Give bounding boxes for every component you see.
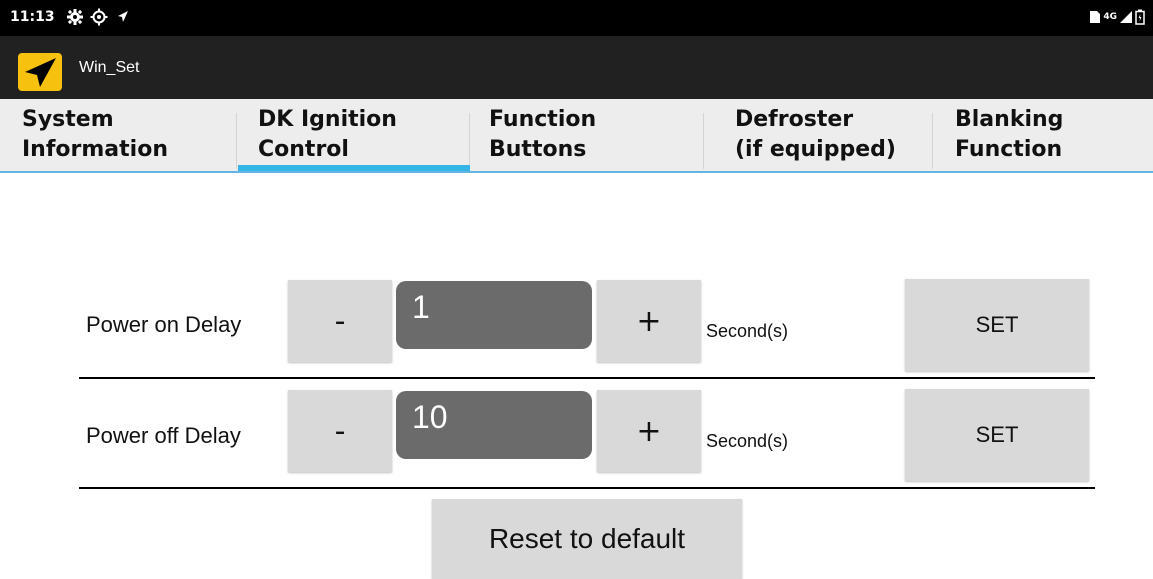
tab-function-buttons[interactable]: Function Buttons	[489, 99, 596, 173]
power-on-set-button[interactable]: SET	[905, 279, 1089, 371]
status-bar: 11:13 4G	[0, 0, 1153, 36]
power-on-decrement-button[interactable]: -	[288, 280, 392, 362]
tab-label-line1: System	[22, 107, 114, 132]
tab-separator	[469, 113, 470, 169]
tab-separator	[932, 113, 933, 169]
tab-system-information[interactable]: System Information	[22, 99, 168, 173]
tab-label-line2: Function	[955, 137, 1063, 162]
tab-label-line1: DK Ignition	[258, 107, 397, 132]
tab-label-line2: Buttons	[489, 137, 587, 162]
power-off-delay-value[interactable]: 10	[396, 391, 592, 459]
tab-label-line2: Control	[258, 137, 349, 162]
tab-label-line2: (if equipped)	[735, 137, 896, 162]
status-time: 11:13	[10, 9, 55, 25]
power-off-decrement-button[interactable]: -	[288, 390, 392, 472]
navigation-arrow-icon	[25, 58, 56, 87]
power-off-unit-label: Second(s)	[706, 431, 789, 451]
tab-separator	[703, 113, 704, 169]
tab-label-line1: Defroster	[735, 107, 854, 132]
sim-card-icon	[1090, 11, 1101, 23]
tab-dk-ignition-control[interactable]: DK Ignition Control	[258, 99, 397, 173]
row-divider	[79, 487, 1095, 489]
row-divider	[79, 377, 1095, 379]
power-on-delay-value[interactable]: 1	[396, 281, 592, 349]
location-arrow-icon	[118, 11, 128, 22]
app-title: Win_Set	[79, 59, 140, 76]
reset-to-default-button[interactable]: Reset to default	[432, 499, 742, 579]
tab-blanking-function[interactable]: Blanking Function	[955, 99, 1063, 173]
power-off-increment-button[interactable]: +	[597, 390, 701, 472]
tab-bar: System Information DK Ignition Control F…	[0, 99, 1153, 173]
signal-icon	[1120, 11, 1132, 23]
tab-label-line1: Blanking	[955, 107, 1064, 132]
tab-selected-indicator	[238, 165, 470, 171]
gps-icon	[90, 8, 108, 26]
tab-defroster[interactable]: Defroster (if equipped)	[735, 99, 896, 173]
power-on-unit-label: Second(s)	[706, 321, 789, 341]
battery-icon	[1135, 9, 1145, 25]
tab-label-line1: Function	[489, 107, 597, 132]
tab-separator	[236, 113, 237, 169]
power-on-delay-label: Power on Delay	[86, 312, 242, 337]
power-on-increment-button[interactable]: +	[597, 280, 701, 362]
power-off-set-button[interactable]: SET	[905, 389, 1089, 481]
app-icon	[18, 53, 62, 91]
app-bar: Win_Set	[0, 36, 1153, 99]
settings-icon	[67, 9, 83, 25]
network-type-label: 4G	[1103, 12, 1117, 22]
tab-label-line2: Information	[22, 137, 168, 162]
power-off-delay-label: Power off Delay	[86, 423, 241, 448]
